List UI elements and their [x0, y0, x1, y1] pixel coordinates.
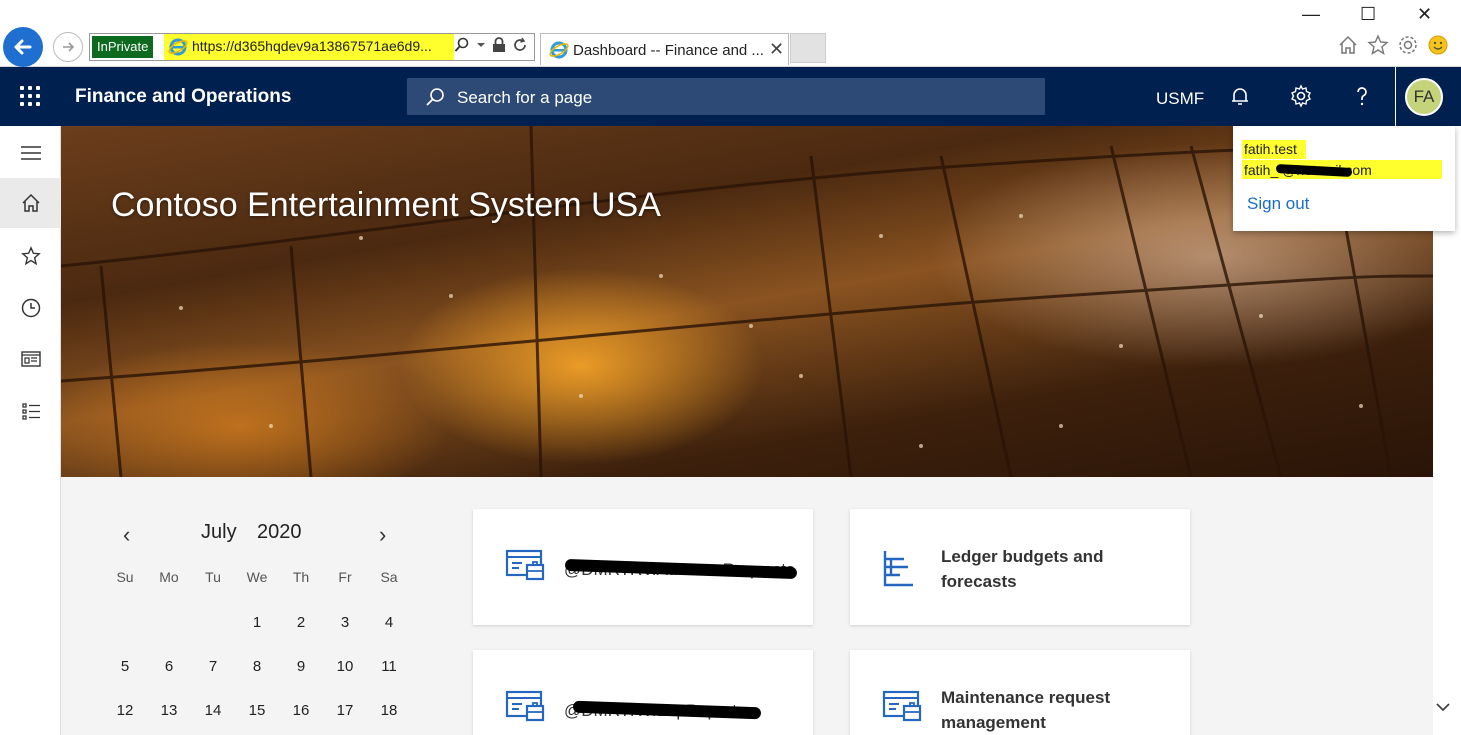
workspace-icon [882, 690, 922, 722]
scroll-down-icon[interactable] [1434, 700, 1452, 714]
browser-chrome: InPrivate https://d365hqdev9a13867571ae6… [0, 0, 1461, 67]
close-window-button[interactable]: ✕ [1417, 4, 1432, 25]
calendar-day[interactable]: 2 [279, 614, 323, 631]
nav-home-button[interactable] [0, 178, 61, 228]
maximize-button[interactable]: ☐ [1360, 4, 1376, 25]
calendar-day[interactable]: 4 [367, 614, 411, 631]
calendar-day[interactable]: 16 [279, 702, 323, 719]
app-launcher-icon[interactable] [20, 86, 40, 106]
calendar-month: July [201, 521, 237, 543]
calendar-day[interactable]: 10 [323, 658, 367, 675]
search-placeholder: Search for a page [457, 88, 593, 107]
home-icon[interactable] [1337, 34, 1359, 56]
new-tab-button[interactable] [790, 33, 826, 63]
calendar-next-month-button[interactable]: › [379, 522, 386, 548]
company-selector[interactable]: USMF [1156, 89, 1204, 109]
help-icon[interactable] [1350, 84, 1374, 108]
smiley-feedback-icon[interactable] [1427, 34, 1449, 56]
weekday-header: Mo [159, 569, 179, 585]
calendar-year: 2020 [257, 521, 302, 543]
ie-logo-icon [549, 41, 569, 59]
url-text: https://d365hqdev9a13867571ae6d9... [192, 38, 432, 54]
minimize-button[interactable]: — [1302, 4, 1320, 25]
favorites-icon[interactable] [1367, 34, 1389, 56]
search-input[interactable]: Search for a page [407, 78, 1045, 115]
nav-modules-button[interactable] [0, 386, 61, 436]
workspace-icon [505, 690, 545, 722]
weekday-header: Fr [338, 569, 352, 585]
nav-workspaces-button[interactable] [0, 334, 61, 384]
calendar-prev-month-button[interactable]: ‹ [123, 522, 130, 548]
workspace-tile-advance-requests[interactable]: @DMRTRV.AdvanceRequests [473, 509, 813, 625]
calendar-day[interactable]: 11 [367, 658, 411, 675]
calendar-day[interactable]: 18 [367, 702, 411, 719]
calendar-day[interactable]: 13 [147, 702, 191, 719]
workspaces-icon [20, 351, 41, 367]
tile-label: Maintenance request management [941, 688, 1111, 732]
weekday-header: Sa [380, 569, 398, 585]
recent-clock-icon [21, 298, 40, 318]
back-arrow-icon [14, 39, 32, 55]
calendar-day[interactable]: 5 [103, 658, 147, 675]
left-navigation-pane [0, 126, 61, 735]
profile-username: fatih.test [1244, 141, 1297, 157]
app-header: Finance and Operations Search for a page… [0, 67, 1461, 126]
dashboard-content: ‹ July 2020 › Su Mo Tu We Th Fr Sa 1 2 3… [61, 477, 1433, 735]
modules-list-icon [21, 403, 40, 420]
weekday-header: Tu [205, 569, 221, 585]
sign-out-link[interactable]: Sign out [1247, 194, 1309, 214]
weekday-header: Th [292, 569, 310, 585]
company-name-title: Contoso Entertainment System USA [111, 186, 661, 224]
home-icon [21, 193, 40, 212]
settings-gear-icon[interactable] [1397, 34, 1419, 56]
calendar-day[interactable]: 15 [235, 702, 279, 719]
weekday-header: Su [116, 569, 134, 585]
tab-close-icon[interactable]: ✕ [769, 39, 784, 60]
browser-tab-dashboard[interactable]: Dashboard -- Finance and ... ✕ [540, 33, 789, 65]
weekday-header: We [246, 569, 268, 585]
calendar-day[interactable]: 9 [279, 658, 323, 675]
browser-back-button[interactable] [3, 27, 43, 67]
calendar-day[interactable]: 6 [147, 658, 191, 675]
search-icon[interactable] [454, 37, 470, 53]
browser-toolbar [1337, 34, 1449, 56]
workspace-tile-exp-reports[interactable]: @DMRTRV.ExpReports [473, 650, 813, 735]
forward-arrow-icon [63, 42, 75, 52]
menu-icon [20, 146, 41, 160]
browser-forward-button[interactable] [53, 32, 83, 62]
settings-gear-icon[interactable] [1289, 84, 1313, 108]
calendar-day[interactable]: 17 [323, 702, 367, 719]
app-title[interactable]: Finance and Operations [75, 86, 291, 108]
calendar-day[interactable]: 1 [235, 614, 279, 631]
avatar: FA [1405, 78, 1443, 116]
ie-logo-icon [168, 38, 188, 56]
list-icon [883, 551, 913, 587]
calendar-day[interactable]: 8 [235, 658, 279, 675]
favorites-icon [20, 246, 41, 266]
lock-icon [493, 37, 505, 52]
tab-title: Dashboard -- Finance and ... [573, 42, 764, 59]
address-icons [454, 37, 528, 53]
nav-favorites-button[interactable] [0, 231, 61, 281]
inprivate-badge: InPrivate [92, 36, 154, 58]
refresh-icon[interactable] [512, 37, 528, 53]
calendar-day[interactable]: 12 [103, 702, 147, 719]
workspace-tile-ledger-budgets[interactable]: Ledger budgets and forecasts [850, 509, 1190, 625]
calendar-day[interactable]: 3 [323, 614, 367, 631]
tile-label: Ledger budgets and forecasts [941, 547, 1104, 591]
calendar-day[interactable]: 14 [191, 702, 235, 719]
user-profile-button[interactable]: FA [1395, 67, 1455, 126]
workspace-tile-maintenance-requests[interactable]: Maintenance request management [850, 650, 1190, 735]
notification-bell-icon[interactable] [1228, 84, 1252, 108]
calendar-day[interactable]: 7 [191, 658, 235, 675]
hero-banner: Contoso Entertainment System USA [61, 126, 1433, 477]
dropdown-icon[interactable] [476, 37, 486, 53]
address-bar[interactable]: InPrivate https://d365hqdev9a13867571ae6… [89, 33, 535, 61]
search-icon [426, 88, 444, 106]
nav-recent-button[interactable] [0, 283, 61, 333]
nav-menu-button[interactable] [0, 128, 61, 178]
user-profile-flyout: fatih.test fatih_ @hotmail.com Sign out [1233, 126, 1455, 231]
hero-background-image [61, 126, 1433, 477]
workspace-icon [505, 549, 545, 581]
